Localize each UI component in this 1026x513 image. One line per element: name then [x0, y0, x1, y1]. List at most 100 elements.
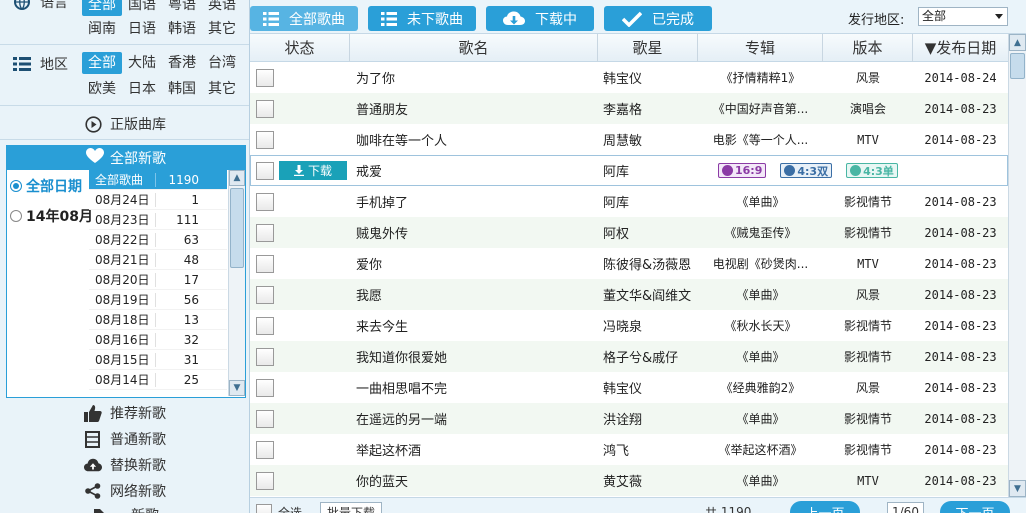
region-option-taiwan[interactable]: 台湾	[202, 52, 242, 74]
table-row[interactable]: 为了你 韩宝仪 《抒情精粹1》 风景 2014-08-24	[250, 62, 1008, 93]
date-list-item[interactable]: 08月15日 31	[89, 350, 227, 370]
official-library-link[interactable]: 正版曲库	[0, 111, 249, 137]
region-option-mainland[interactable]: 大陆	[122, 52, 162, 74]
language-option-english[interactable]: 英语	[202, 0, 242, 16]
row-checkbox[interactable]	[256, 99, 274, 118]
region-option-other[interactable]: 其它	[202, 78, 242, 100]
table-row[interactable]: 在遥远的另一端 洪诠翔 《单曲》 影视情节 2014-08-23	[250, 403, 1008, 434]
scroll-up-arrow-icon[interactable]: ▲	[1009, 34, 1026, 51]
scroll-down-arrow-icon[interactable]: ▼	[229, 380, 245, 396]
scroll-up-arrow-icon[interactable]: ▲	[229, 170, 245, 186]
column-header-artist[interactable]: 歌星	[598, 34, 698, 62]
table-row[interactable]: 我知道你很爱她 格子兮&戚仔 《单曲》 影视情节 2014-08-23	[250, 341, 1008, 372]
row-checkbox[interactable]	[256, 254, 274, 273]
column-header-title[interactable]: 歌名	[350, 34, 598, 62]
row-checkbox[interactable]	[256, 440, 274, 459]
date-list-item[interactable]: 08月14日 25	[89, 370, 227, 390]
language-option-japanese[interactable]: 日语	[122, 18, 162, 40]
row-checkbox[interactable]	[256, 347, 274, 366]
page-input[interactable]: 1/60	[887, 502, 924, 513]
scroll-thumb[interactable]	[230, 188, 244, 268]
batch-download-button[interactable]: 批量下载	[320, 502, 383, 513]
song-artist: 黄艾薇	[603, 475, 643, 490]
new-songs-header[interactable]: 全部新歌	[6, 145, 246, 170]
table-row[interactable]: 我愿 董文华&阎维文 《单曲》 风景 2014-08-23	[250, 279, 1008, 310]
format-4-3-single-button[interactable]: 4:3单	[846, 163, 898, 178]
language-option-minnan[interactable]: 闽南	[82, 18, 122, 40]
song-title: 为了你	[356, 72, 396, 87]
language-option-all[interactable]: 全部	[82, 0, 122, 16]
column-header-album[interactable]: 专辑	[698, 34, 823, 62]
language-option-mandarin[interactable]: 国语	[122, 0, 162, 16]
tab-downloading[interactable]: 下载中	[486, 6, 594, 31]
row-checkbox[interactable]	[256, 68, 274, 87]
song-version: 影视情节	[843, 195, 892, 209]
table-row[interactable]: 你的蓝天 黄艾薇 《单曲》 MTV 2014-08-23	[250, 465, 1008, 496]
row-checkbox[interactable]	[256, 285, 274, 304]
row-checkbox[interactable]	[256, 316, 274, 335]
date-list-item[interactable]: 08月20日 17	[89, 270, 227, 290]
sidebar-link-network[interactable]: 网络新歌	[0, 478, 249, 504]
scroll-thumb[interactable]	[1010, 53, 1025, 79]
date-list-item[interactable]: 08月23日 111	[89, 210, 227, 230]
date-list-scrollbar[interactable]: ▲ ▼	[228, 170, 245, 396]
row-checkbox[interactable]	[256, 378, 274, 397]
row-checkbox[interactable]	[256, 223, 274, 242]
language-option-cantonese[interactable]: 粤语	[162, 0, 202, 16]
date-radio-month[interactable]: 14年08月	[10, 206, 93, 226]
column-header-version[interactable]: 版本	[823, 34, 913, 62]
language-option-other[interactable]: 其它	[202, 18, 242, 40]
date-list-item[interactable]: 08月19日 56	[89, 290, 227, 310]
download-button[interactable]: 下载	[279, 161, 347, 180]
format-16-9-button[interactable]: 16:9	[718, 163, 767, 178]
sidebar-link-normal[interactable]: 普通新歌	[0, 426, 249, 452]
region-option-hongkong[interactable]: 香港	[162, 52, 202, 74]
region-option-western[interactable]: 欧美	[82, 78, 122, 100]
date-list-item[interactable]: 08月24日 1	[89, 190, 227, 210]
row-checkbox[interactable]	[256, 192, 274, 211]
sidebar-link-recommended[interactable]: 推荐新歌	[0, 400, 249, 426]
table-row[interactable]: 普通朋友 李嘉格 《中国好声音第... 演唱会 2014-08-23	[250, 93, 1008, 124]
table-row[interactable]: 贼鬼外传 阿权 《贼鬼歪传》 影视情节 2014-08-23	[250, 217, 1008, 248]
tab-all-songs[interactable]: 全部歌曲	[250, 6, 358, 31]
sidebar-link-replace[interactable]: 替换新歌	[0, 452, 249, 478]
date-list-item[interactable]: 08月21日 48	[89, 250, 227, 270]
language-option-korean[interactable]: 韩语	[162, 18, 202, 40]
region-option-all[interactable]: 全部	[82, 52, 122, 74]
release-region-select[interactable]: 全部	[918, 7, 1008, 26]
table-row[interactable]: 一曲相思唱不完 韩宝仪 《经典雅韵2》 风景 2014-08-23	[250, 372, 1008, 403]
next-page-button[interactable]: 下一页	[940, 501, 1010, 513]
table-row[interactable]: 举起这杯酒 鸿飞 《举起这杯酒》 影视情节 2014-08-23	[250, 434, 1008, 465]
row-checkbox[interactable]	[256, 471, 274, 490]
table-row[interactable]: 咖啡在等一个人 周慧敏 电影《等一个人... MTV 2014-08-23	[250, 124, 1008, 155]
region-option-korea[interactable]: 韩国	[162, 78, 202, 100]
date-radio-all[interactable]: 全部日期	[10, 176, 82, 196]
table-row[interactable]: 来去今生 冯晓泉 《秋水长天》 影视情节 2014-08-23	[250, 310, 1008, 341]
column-header-release-date[interactable]: ▼发布日期	[913, 34, 1008, 62]
table-row[interactable]: 爱你 陈彼得&汤薇恩 电视剧《砂煲肉... MTV 2014-08-23	[250, 248, 1008, 279]
row-checkbox[interactable]	[256, 130, 274, 149]
prev-page-button[interactable]: 上一页	[790, 501, 860, 513]
song-artist: 鸿飞	[603, 444, 630, 459]
table-row[interactable]: 手机掉了 阿库 《单曲》 影视情节 2014-08-23	[250, 186, 1008, 217]
date-list-item[interactable]: 08月18日 13	[89, 310, 227, 330]
song-title: 爱你	[356, 258, 383, 273]
column-header-status[interactable]: 状态	[250, 34, 350, 62]
tab-completed[interactable]: 已完成	[604, 6, 712, 31]
song-version: MTV	[857, 473, 879, 488]
row-checkbox[interactable]	[256, 161, 274, 180]
region-option-japan[interactable]: 日本	[122, 78, 162, 100]
checkbox[interactable]	[256, 504, 272, 513]
date-list-item[interactable]: 08月16日 32	[89, 330, 227, 350]
row-checkbox[interactable]	[256, 409, 274, 428]
tab-not-downloaded[interactable]: 未下歌曲	[368, 6, 476, 31]
table-scrollbar[interactable]: ▲ ▼	[1008, 34, 1026, 497]
table-row-hovered[interactable]: 下载 戒爱 阿库 16:9 4:3双 4:3单	[250, 155, 1008, 186]
date-list-item[interactable]: 全部歌曲 1190	[89, 170, 227, 190]
format-4-3-dual-button[interactable]: 4:3双	[780, 163, 833, 178]
select-all-checkbox[interactable]: 全选	[256, 502, 302, 513]
song-version: 影视情节	[843, 412, 892, 426]
scroll-down-arrow-icon[interactable]: ▼	[1009, 480, 1026, 497]
date-list-item[interactable]: 08月22日 63	[89, 230, 227, 250]
sidebar-link-partial[interactable]: …新歌	[0, 502, 249, 513]
